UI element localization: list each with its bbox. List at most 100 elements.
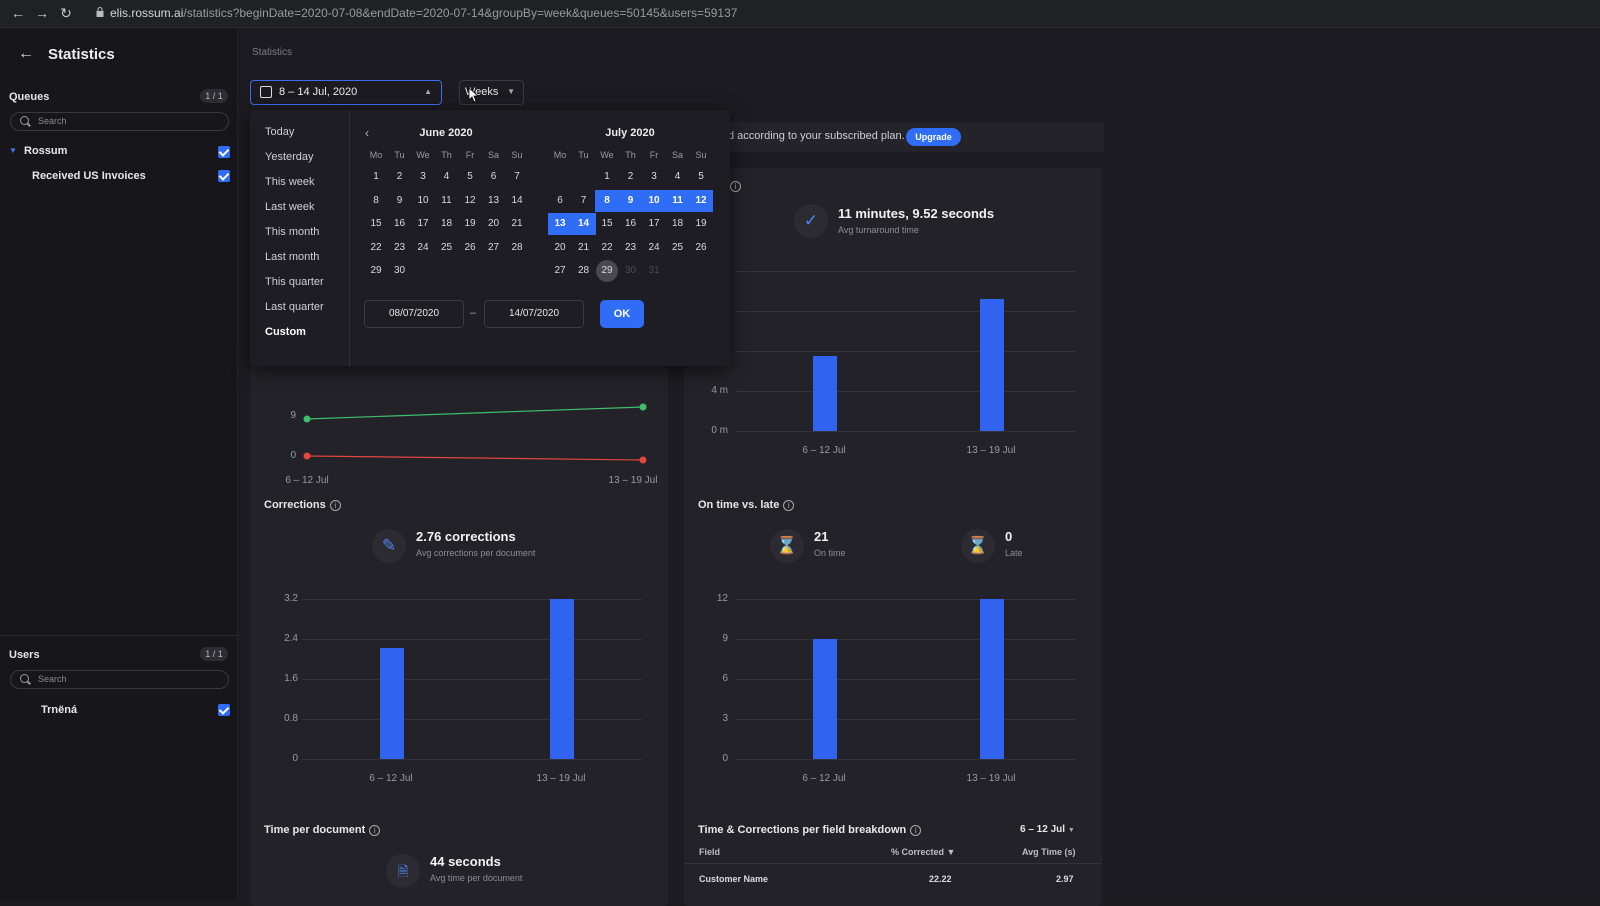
- end-date-input[interactable]: 14/07/2020: [484, 300, 584, 328]
- calendar-day[interactable]: 4: [666, 166, 690, 188]
- calendar-day[interactable]: 9: [618, 189, 643, 212]
- calendar-day[interactable]: 20: [482, 213, 506, 235]
- queue-item-checkbox[interactable]: [218, 170, 230, 182]
- calendar-day[interactable]: 20: [548, 237, 572, 259]
- calendar-day[interactable]: 11: [435, 190, 459, 212]
- calendar-day[interactable]: 30: [388, 260, 412, 282]
- date-range-picker[interactable]: 8 – 14 Jul, 2020 ▲: [250, 80, 442, 105]
- calendar-day[interactable]: 8: [364, 190, 388, 212]
- calendar-day[interactable]: 15: [595, 213, 619, 235]
- calendar-day[interactable]: 1: [364, 166, 388, 188]
- users-search-input[interactable]: Search: [10, 670, 229, 689]
- calendar-day[interactable]: 2: [619, 166, 643, 188]
- calendar-day[interactable]: 23: [388, 237, 412, 259]
- calendar-day[interactable]: 27: [482, 237, 506, 259]
- col-corrected[interactable]: % Corrected ▼: [891, 847, 955, 857]
- calendar-day[interactable]: 21: [505, 213, 529, 235]
- time-per-doc-title: Time per document i: [264, 824, 381, 836]
- calendar-day[interactable]: 26: [689, 237, 713, 259]
- calendar-day[interactable]: 12: [689, 189, 713, 212]
- queue-group-rossum[interactable]: Rossum: [24, 145, 67, 157]
- upgrade-button[interactable]: Upgrade: [906, 128, 961, 146]
- reload-icon[interactable]: ↻: [58, 5, 74, 21]
- preset-item[interactable]: This month: [265, 226, 319, 238]
- queue-group-checkbox[interactable]: [218, 146, 230, 158]
- preset-item[interactable]: This week: [265, 176, 315, 188]
- preset-item[interactable]: Last week: [265, 201, 315, 213]
- calendar-day[interactable]: 12: [458, 190, 482, 212]
- calendar-day[interactable]: 28: [505, 237, 529, 259]
- info-icon[interactable]: i: [369, 824, 381, 836]
- info-icon[interactable]: i: [783, 499, 795, 511]
- calendar-day[interactable]: 15: [364, 213, 388, 235]
- preset-item[interactable]: Yesterday: [265, 151, 314, 163]
- queue-item-received-us-invoices[interactable]: Received US Invoices: [32, 170, 146, 182]
- calendar-day[interactable]: 14: [505, 190, 529, 212]
- calendar-day[interactable]: 23: [619, 237, 643, 259]
- back-arrow-icon[interactable]: ←: [10, 5, 26, 21]
- preset-item[interactable]: This quarter: [265, 276, 324, 288]
- info-icon[interactable]: i: [329, 499, 341, 511]
- calendar-day[interactable]: 30: [619, 260, 643, 282]
- calendar-day[interactable]: 24: [642, 237, 666, 259]
- calendar-day[interactable]: 19: [689, 213, 713, 235]
- calendar-day[interactable]: 29: [596, 260, 618, 282]
- back-arrow-icon[interactable]: ←: [18, 45, 34, 63]
- calendar-day[interactable]: 29: [364, 260, 388, 282]
- calendar-day[interactable]: 25: [435, 237, 459, 259]
- queues-search-input[interactable]: Search: [10, 112, 229, 131]
- calendar-day[interactable]: 13: [548, 213, 572, 235]
- calendar-day[interactable]: 17: [411, 213, 435, 235]
- calendar-day[interactable]: 22: [595, 237, 619, 259]
- turnaround-value: 11 minutes, 9.52 seconds: [838, 206, 995, 221]
- calendar-day[interactable]: 10: [411, 190, 435, 212]
- preset-item[interactable]: Custom: [265, 326, 306, 338]
- address-bar[interactable]: elis.rossum.ai/statistics?beginDate=2020…: [110, 6, 737, 20]
- start-date-input[interactable]: 08/07/2020: [364, 300, 464, 328]
- calendar-day[interactable]: 25: [666, 237, 690, 259]
- calendar-day[interactable]: 5: [458, 166, 482, 188]
- calendar-day[interactable]: 1: [595, 166, 619, 188]
- calendar-day[interactable]: 27: [548, 260, 572, 282]
- calendar-day[interactable]: 11: [665, 189, 690, 212]
- calendar-day[interactable]: 3: [642, 166, 666, 188]
- forward-arrow-icon[interactable]: →: [34, 5, 50, 21]
- calendar-day[interactable]: 26: [458, 237, 482, 259]
- calendar-day[interactable]: 13: [482, 190, 506, 212]
- calendar-day[interactable]: 31: [642, 260, 666, 282]
- calendar-day[interactable]: 7: [572, 190, 596, 212]
- expand-caret-icon[interactable]: ▼: [9, 146, 17, 155]
- calendar-day[interactable]: 28: [572, 260, 596, 282]
- calendar-day[interactable]: 5: [689, 166, 713, 188]
- ok-button[interactable]: OK: [600, 300, 644, 328]
- calendar-day[interactable]: 14: [571, 213, 596, 235]
- chevron-left-icon[interactable]: ‹: [365, 126, 369, 140]
- preset-item[interactable]: Today: [265, 126, 294, 138]
- calendar-day[interactable]: 19: [458, 213, 482, 235]
- preset-item[interactable]: Last quarter: [265, 301, 324, 313]
- preset-item[interactable]: Last month: [265, 251, 319, 263]
- calendar-day[interactable]: 2: [388, 166, 412, 188]
- calendar-day[interactable]: 3: [411, 166, 435, 188]
- user-item-checkbox[interactable]: [218, 704, 230, 716]
- calendar-day[interactable]: 6: [482, 166, 506, 188]
- calendar-day[interactable]: 21: [572, 237, 596, 259]
- calendar-day[interactable]: 10: [642, 189, 666, 212]
- user-item[interactable]: Trnёná: [41, 704, 77, 716]
- calendar-day[interactable]: 17: [642, 213, 666, 235]
- calendar-day[interactable]: 8: [595, 189, 619, 212]
- calendar-day[interactable]: 9: [388, 190, 412, 212]
- calendar-day[interactable]: 16: [388, 213, 412, 235]
- info-icon[interactable]: i: [910, 824, 922, 836]
- y-tick: 1.6: [284, 673, 298, 684]
- calendar-day[interactable]: 6: [548, 190, 572, 212]
- calendar-day[interactable]: 18: [435, 213, 459, 235]
- calendar-day[interactable]: 16: [619, 213, 643, 235]
- calendar-day[interactable]: 22: [364, 237, 388, 259]
- calendar-day[interactable]: 4: [435, 166, 459, 188]
- period-select[interactable]: 6 – 12 Jul ▼: [1020, 824, 1075, 835]
- calendar-day[interactable]: 7: [505, 166, 529, 188]
- calendar-day[interactable]: 24: [411, 237, 435, 259]
- calendar-day[interactable]: 18: [666, 213, 690, 235]
- weekday-label: Fr: [649, 150, 659, 160]
